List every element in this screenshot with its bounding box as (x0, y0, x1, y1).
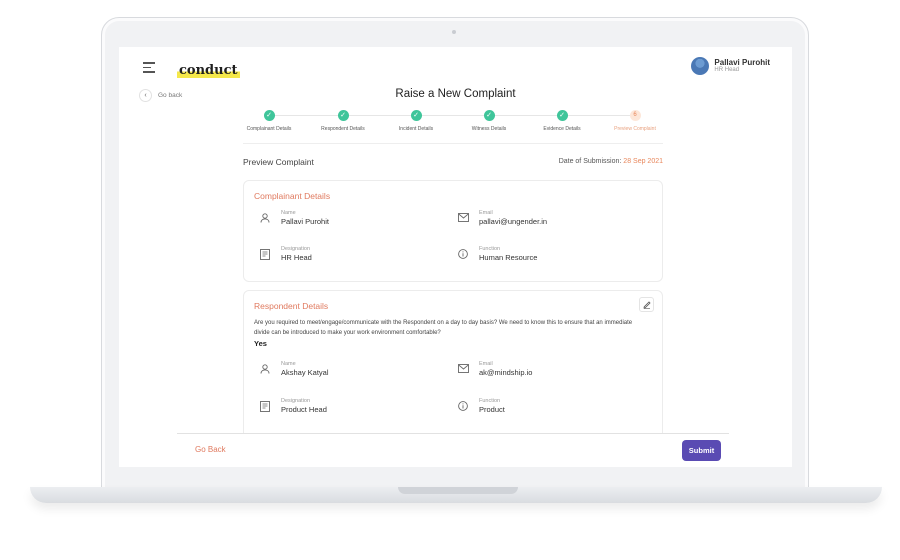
preview-title: Preview Complaint (243, 157, 314, 167)
date-label: Date of Submission: (558, 158, 622, 165)
user-role: HR Head (714, 67, 740, 73)
divider (243, 143, 663, 144)
step-respondent[interactable]: ✓ Respondent Details (303, 110, 383, 132)
step-label: Evidence Details (543, 126, 581, 132)
step-witness[interactable]: ✓ Witness Details (449, 110, 529, 132)
complainant-card: Complainant Details Name Pallavi Purohit … (243, 180, 663, 282)
step-incident[interactable]: ✓ Incident Details (376, 110, 456, 132)
step-preview[interactable]: 6 Preview Complaint (595, 110, 675, 132)
respondent-question: Are you required to meet/engage/communic… (254, 320, 633, 336)
info-icon (458, 401, 468, 411)
app-screen: conduct Pallavi Purohit HR Head ‹ Go bac… (119, 47, 792, 467)
respondent-designation: Designation Product Head (260, 397, 327, 415)
check-icon: ✓ (483, 110, 495, 121)
respondent-function: Function Product (458, 397, 505, 415)
check-icon: ✓ (410, 110, 422, 121)
submission-date: Date of Submission: 28 Sep 2021 (559, 158, 663, 165)
date-value: 28 Sep 2021 (623, 158, 663, 165)
progress-stepper: ✓ Complainant Details ✓ Respondent Detai… (243, 110, 663, 140)
step-label: Witness Details (471, 126, 507, 132)
footer-divider (177, 433, 729, 434)
step-label: Respondent Details (321, 126, 365, 132)
step-label: Preview Complaint (614, 126, 656, 132)
complainant-designation: Designation HR Head (260, 245, 312, 263)
submit-button[interactable]: Submit (682, 440, 721, 461)
step-complainant[interactable]: ✓ Complainant Details (229, 110, 309, 132)
camera-dot (452, 30, 456, 34)
avatar (691, 57, 710, 75)
step-number: 6 (629, 110, 641, 121)
mail-icon (458, 364, 469, 374)
step-evidence[interactable]: ✓ Evidence Details (522, 110, 602, 132)
mail-icon (458, 213, 469, 223)
check-icon: ✓ (337, 110, 349, 121)
card-title: Complainant Details (254, 191, 331, 201)
check-icon: ✓ (556, 110, 568, 121)
step-label: Incident Details (398, 126, 434, 132)
info-icon (458, 249, 468, 259)
respondent-answer: Yes (254, 339, 267, 348)
go-back-button[interactable]: Go Back (195, 445, 226, 454)
respondent-email: Email ak@mindship.io (458, 360, 532, 378)
complainant-function: Function Human Resource (458, 245, 537, 263)
check-icon: ✓ (263, 110, 275, 121)
complainant-email: Email pallavi@ungender.in (458, 209, 547, 227)
page-title: Raise a New Complaint (395, 88, 516, 100)
hamburger-menu-icon[interactable] (143, 62, 155, 76)
respondent-card: Respondent Details Are you required to m… (243, 290, 663, 440)
complainant-name: Name Pallavi Purohit (260, 209, 329, 227)
respondent-name: Name Akshay Katyal (260, 360, 329, 378)
logo: conduct (177, 63, 240, 78)
user-icon (260, 213, 270, 223)
user-icon (260, 364, 270, 374)
card-title: Respondent Details (254, 301, 329, 311)
badge-icon (260, 401, 270, 412)
badge-icon (260, 249, 270, 260)
step-label: Complainant Details (246, 126, 292, 132)
user-profile[interactable]: Pallavi Purohit HR Head (691, 57, 770, 75)
laptop-notch (398, 487, 518, 494)
laptop-mockup: conduct Pallavi Purohit HR Head ‹ Go bac… (0, 0, 900, 560)
user-name: Pallavi Purohit (714, 58, 770, 67)
edit-pencil-icon[interactable] (639, 297, 654, 312)
